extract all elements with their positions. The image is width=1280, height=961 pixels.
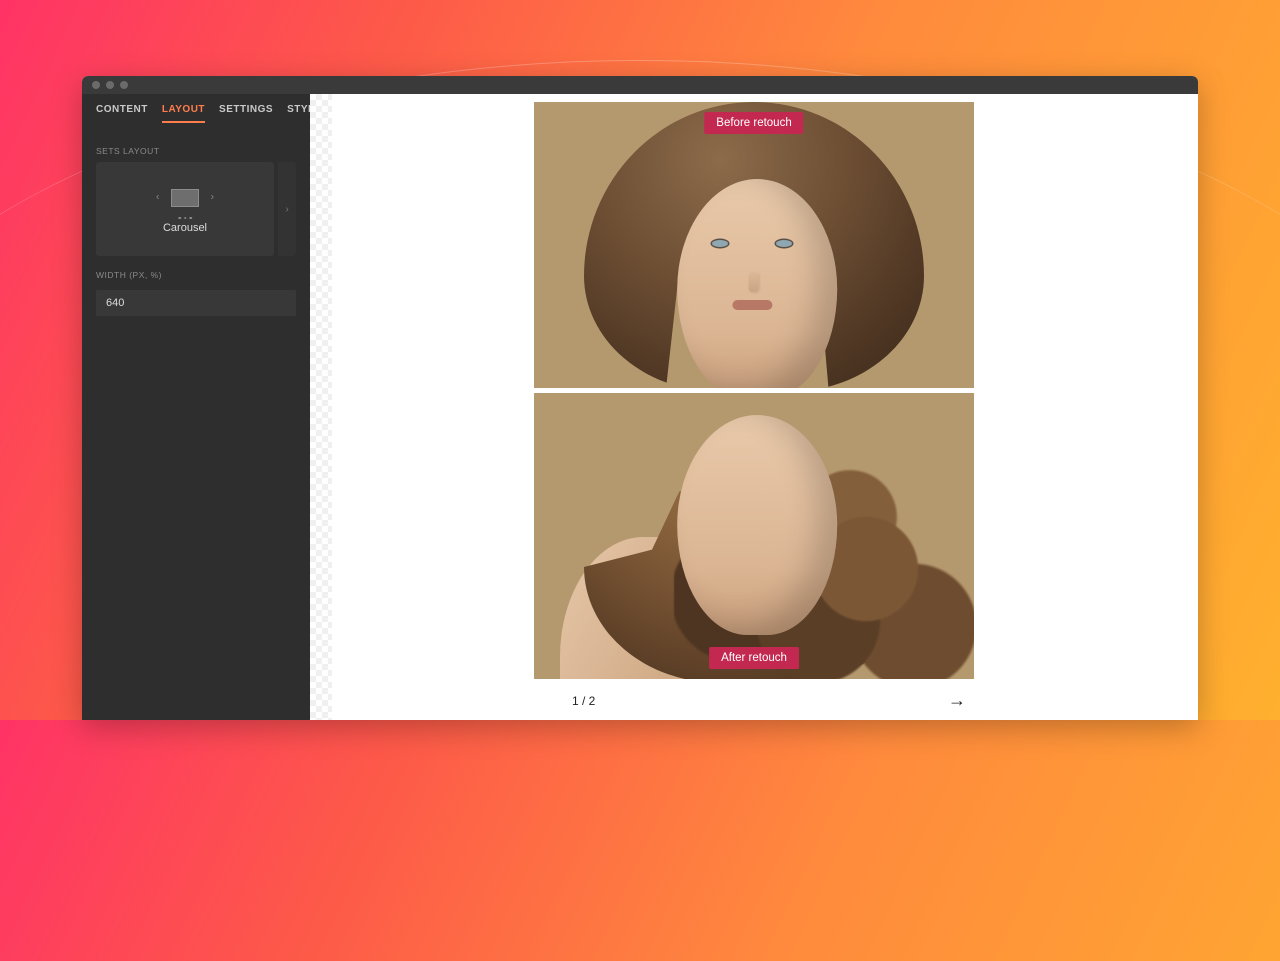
layout-option-carousel[interactable]: ‹ › Carousel [96, 162, 274, 256]
tab-layout[interactable]: LAYOUT [162, 104, 205, 123]
sets-layout-label: SETS LAYOUT [82, 132, 310, 162]
preview-canvas: Before retouch After retouch 1 / 2 → [310, 94, 1198, 720]
width-input[interactable] [96, 290, 296, 316]
window-control-close[interactable] [92, 81, 100, 89]
layout-option-label: Carousel [163, 222, 207, 234]
carousel-dots-icon [178, 217, 192, 220]
app-content: CONTENT LAYOUT SETTINGS STYLE SETS LAYOU… [82, 94, 1198, 720]
next-arrow-icon[interactable]: → [948, 690, 972, 711]
before-image: Before retouch [534, 102, 974, 388]
layout-option-next[interactable]: › [278, 162, 296, 256]
layout-options: ‹ › Carousel › [82, 162, 310, 256]
chevron-right-icon: › [211, 191, 214, 202]
window-control-maximize[interactable] [120, 81, 128, 89]
preview-widget: Before retouch After retouch 1 / 2 → [534, 102, 974, 711]
after-image: After retouch [534, 393, 974, 679]
window-control-minimize[interactable] [106, 81, 114, 89]
window-titlebar [82, 76, 1198, 94]
chevron-left-icon: ‹ [156, 191, 159, 202]
chevron-right-icon: › [285, 204, 288, 215]
after-badge: After retouch [709, 647, 799, 669]
before-badge: Before retouch [704, 112, 803, 134]
app-window: CONTENT LAYOUT SETTINGS STYLE SETS LAYOU… [82, 76, 1198, 720]
sidebar: CONTENT LAYOUT SETTINGS STYLE SETS LAYOU… [82, 94, 310, 720]
sidebar-tabs: CONTENT LAYOUT SETTINGS STYLE [82, 94, 310, 132]
tab-content[interactable]: CONTENT [96, 104, 148, 123]
tab-settings[interactable]: SETTINGS [219, 104, 273, 123]
page-indicator: 1 / 2 [572, 694, 595, 708]
width-label: WIDTH (PX, %) [82, 256, 310, 286]
carousel-pager: 1 / 2 → [534, 684, 974, 711]
carousel-frame-icon [171, 189, 199, 207]
carousel-icon: ‹ › [160, 184, 210, 212]
